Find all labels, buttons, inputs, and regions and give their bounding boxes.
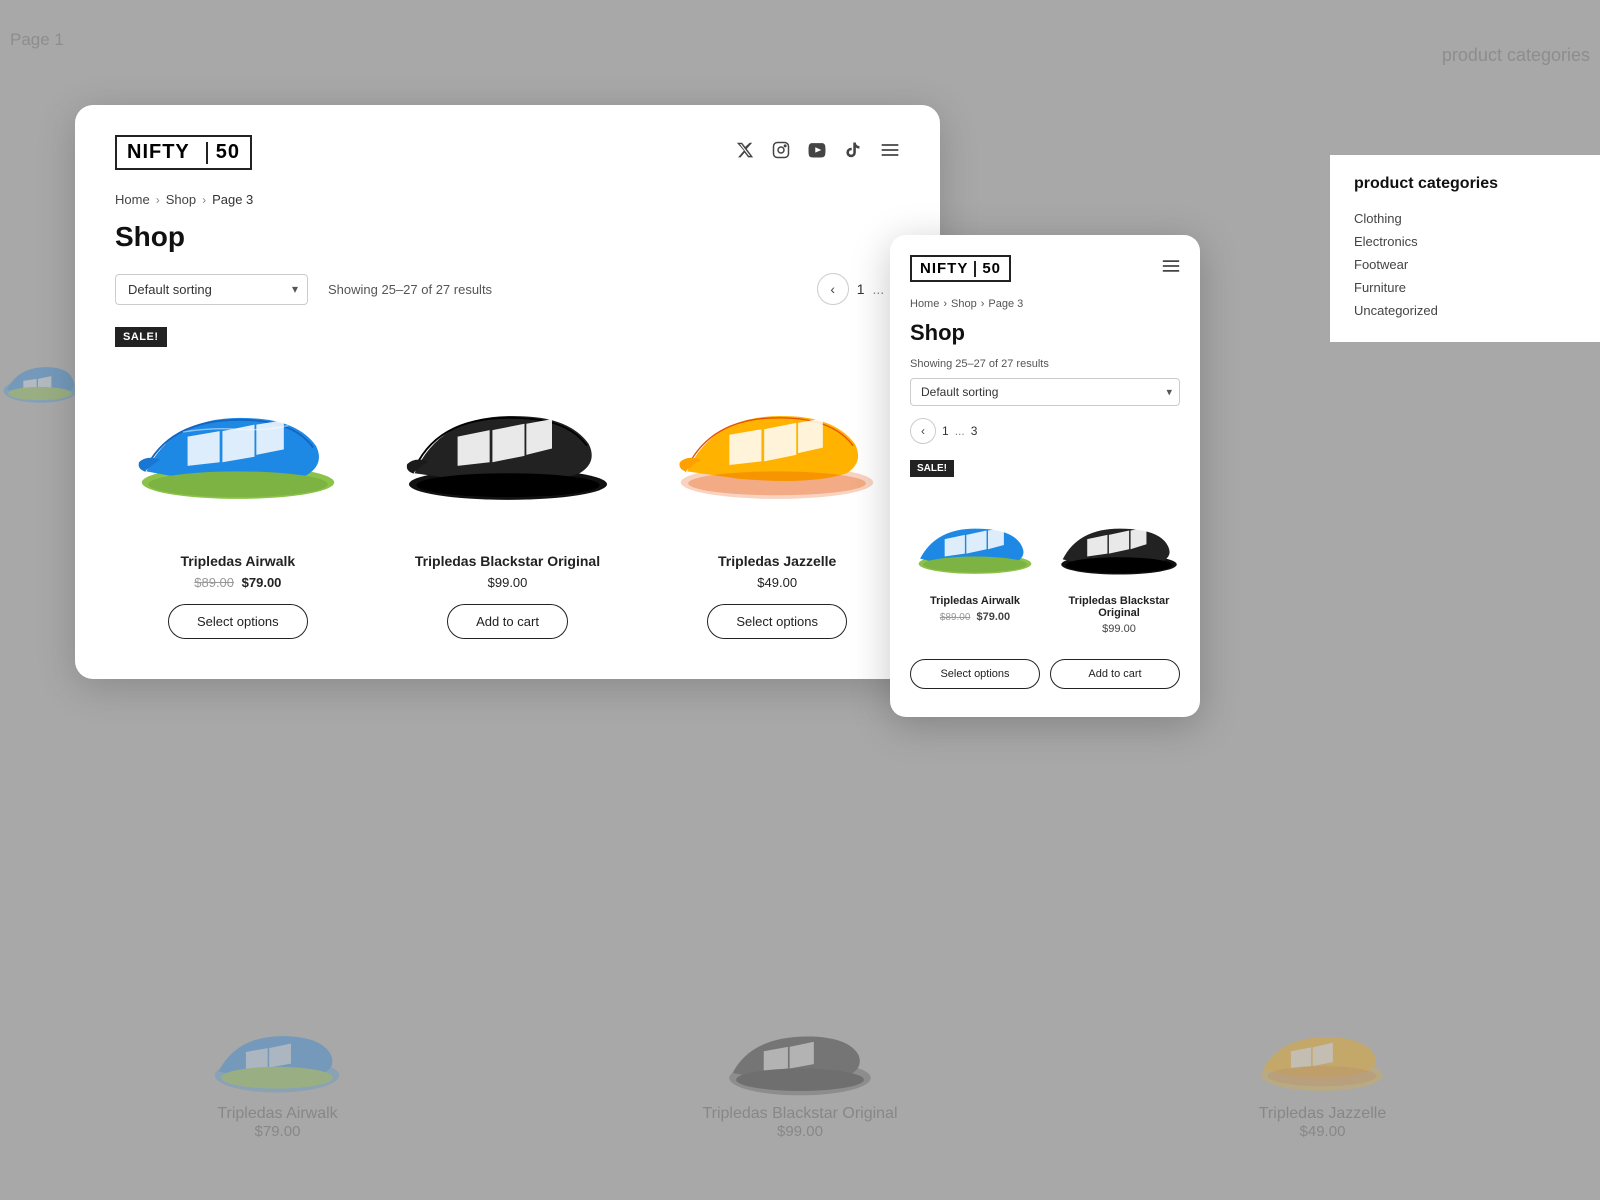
sidebar-item-uncategorized[interactable]: Uncategorized [1354, 299, 1576, 322]
breadcrumb-page: Page 3 [212, 192, 253, 207]
price-original-airwalk: $89.00 [194, 575, 234, 590]
mobile-pagination-dots: ... [955, 424, 965, 438]
mobile-breadcrumb-shop[interactable]: Shop [951, 298, 977, 310]
mobile-product-image-airwalk [910, 487, 1040, 587]
bg-bottom-products: Tripledas Airwalk $79.00 Tripledas Black… [0, 1002, 1600, 1140]
product-name-blackstar: Tripledas Blackstar Original [415, 553, 600, 569]
mobile-product-price-blackstar: $99.00 [1102, 623, 1136, 635]
mobile-modal: NIFTY 50 Home › Shop › Page 3 Shop Showi… [890, 235, 1200, 717]
desktop-logo: NIFTY 50 [115, 135, 252, 170]
price-jazzelle: $49.00 [757, 575, 797, 590]
product-price-blackstar: $99.00 [488, 575, 528, 590]
page-number-1[interactable]: 1 [857, 281, 865, 297]
bg-categories-title: product categories [1442, 45, 1590, 66]
sidebar-item-electronics[interactable]: Electronics [1354, 230, 1576, 253]
mobile-results-count: Showing 25–27 of 27 results [910, 358, 1180, 370]
header-social-icons [736, 141, 900, 164]
pagination-dots: ... [873, 281, 885, 297]
breadcrumb-home[interactable]: Home [115, 192, 150, 207]
select-options-jazzelle-button[interactable]: Select options [707, 604, 847, 639]
breadcrumb-sep-2: › [202, 193, 206, 207]
sidebar-item-clothing[interactable]: Clothing [1354, 207, 1576, 230]
product-image-jazzelle [654, 327, 900, 537]
product-price-jazzelle: $49.00 [757, 575, 797, 590]
add-to-cart-blackstar-button[interactable]: Add to cart [447, 604, 568, 639]
desktop-toolbar: Default sorting Sort by popularity Sort … [115, 273, 900, 305]
mobile-prev-page-button[interactable]: ‹ [910, 418, 936, 444]
mobile-product-name-airwalk: Tripledas Airwalk [930, 595, 1020, 607]
mobile-page-title: Shop [910, 320, 1180, 346]
mobile-breadcrumb: Home › Shop › Page 3 [910, 298, 1180, 310]
product-card-blackstar: Tripledas Blackstar Original $99.00 Add … [385, 327, 631, 639]
mobile-breadcrumb-home[interactable]: Home [910, 298, 939, 310]
sort-select[interactable]: Default sorting Sort by popularity Sort … [115, 274, 308, 305]
breadcrumb-shop[interactable]: Shop [166, 192, 196, 207]
mobile-product-grid: Tripledas Airwalk $89.00 $79.00 Tripleda… [910, 487, 1180, 645]
mobile-sale-badge: SALE! [910, 460, 954, 477]
price-blackstar: $99.00 [488, 575, 528, 590]
breadcrumb-sep-1: › [156, 193, 160, 207]
mobile-breadcrumb-page: Page 3 [988, 298, 1023, 310]
menu-icon[interactable] [880, 141, 900, 164]
tiktok-icon[interactable] [844, 141, 862, 164]
desktop-modal: NIFTY 50 Home › Shop › Page [75, 105, 940, 679]
select-options-airwalk-button[interactable]: Select options [168, 604, 308, 639]
mobile-product-name-blackstar: Tripledas Blackstar Original [1054, 595, 1184, 619]
bg-page-indicator: Page 1 [10, 30, 64, 50]
mobile-page-number-1[interactable]: 1 [942, 424, 949, 438]
product-name-jazzelle: Tripledas Jazzelle [718, 553, 836, 569]
mobile-pagination: ‹ 1 ... 3 [910, 418, 1180, 444]
sidebar-title: product categories [1354, 175, 1576, 193]
youtube-icon[interactable] [808, 141, 826, 164]
mobile-logo: NIFTY 50 [910, 255, 1011, 282]
mobile-sort-select[interactable]: Default sorting Sort by popularity Sort … [910, 378, 1180, 406]
mobile-btn-row: Select options Add to cart [910, 659, 1180, 689]
product-price-airwalk: $89.00 $79.00 [194, 575, 281, 590]
mobile-menu-icon[interactable] [1162, 258, 1180, 279]
mobile-modal-header: NIFTY 50 [910, 255, 1180, 282]
mobile-product-card-blackstar: Tripledas Blackstar Original $99.00 [1054, 487, 1184, 645]
product-image-airwalk [115, 327, 361, 537]
mobile-page-number-3[interactable]: 3 [971, 424, 978, 438]
mobile-product-card-airwalk: Tripledas Airwalk $89.00 $79.00 [910, 487, 1040, 645]
mobile-sort-wrapper: Default sorting Sort by popularity Sort … [910, 378, 1180, 406]
bg-left-shoe [0, 350, 80, 410]
results-count: Showing 25–27 of 27 results [328, 282, 492, 297]
desktop-pagination: ‹ 1 ... 3 [817, 273, 900, 305]
price-sale-airwalk: $79.00 [242, 575, 282, 590]
sort-wrapper: Default sorting Sort by popularity Sort … [115, 274, 308, 305]
product-card-airwalk: SALE! Tripledas Airwalk $8 [115, 327, 361, 639]
mobile-logo-divider [974, 261, 976, 277]
product-card-jazzelle: Tripledas Jazzelle $49.00 Select options [654, 327, 900, 639]
sidebar-item-footwear[interactable]: Footwear [1354, 253, 1576, 276]
sidebar-item-furniture[interactable]: Furniture [1354, 276, 1576, 299]
desktop-breadcrumb: Home › Shop › Page 3 [115, 192, 900, 207]
prev-page-button[interactable]: ‹ [817, 273, 849, 305]
desktop-page-title: Shop [115, 221, 900, 253]
product-name-airwalk: Tripledas Airwalk [181, 553, 296, 569]
sale-badge-airwalk: SALE! [115, 327, 167, 347]
mobile-product-image-blackstar [1054, 487, 1184, 587]
twitter-icon[interactable] [736, 141, 754, 164]
mobile-select-options-button[interactable]: Select options [910, 659, 1040, 689]
desktop-product-grid: SALE! Tripledas Airwalk $8 [115, 327, 900, 639]
mobile-product-price-airwalk: $89.00 $79.00 [940, 611, 1010, 623]
desktop-modal-header: NIFTY 50 [115, 135, 900, 170]
logo-divider [206, 142, 208, 164]
sidebar-category-list: Clothing Electronics Footwear Furniture … [1354, 207, 1576, 322]
instagram-icon[interactable] [772, 141, 790, 164]
mobile-add-to-cart-button[interactable]: Add to cart [1050, 659, 1180, 689]
product-image-blackstar [385, 327, 631, 537]
sidebar-panel: product categories Clothing Electronics … [1330, 155, 1600, 342]
